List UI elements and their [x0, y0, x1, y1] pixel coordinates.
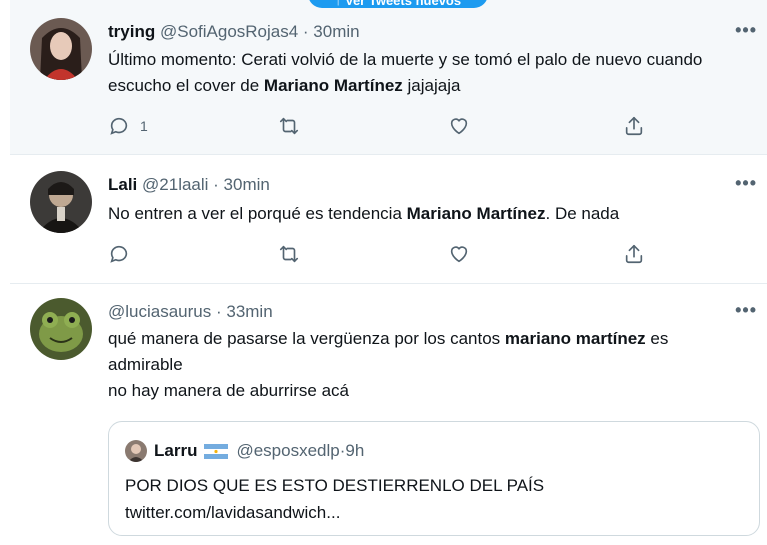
separator: ·: [208, 175, 224, 194]
quoted-text-line: POR DIOS QUE ES ESTO DESTIERRENLO DEL PA…: [125, 476, 545, 495]
tweet-header: @luciasaurus · 33min: [108, 302, 273, 322]
share-button[interactable]: [623, 243, 645, 265]
quoted-display-name[interactable]: Larru: [154, 441, 197, 461]
avatar[interactable]: [30, 171, 92, 233]
user-handle[interactable]: @21laali: [142, 175, 208, 194]
more-icon[interactable]: •••: [735, 20, 757, 41]
retweet-icon: [279, 245, 299, 263]
heart-icon: [450, 118, 468, 135]
timestamp[interactable]: 33min: [226, 302, 272, 321]
tweet-actions: [108, 243, 668, 265]
timestamp[interactable]: 30min: [224, 175, 270, 194]
share-button[interactable]: [623, 115, 645, 137]
retweet-button[interactable]: [278, 243, 300, 265]
quoted-tweet-header: Larru @esposxedlp · 9h: [125, 440, 364, 462]
heart-icon: [450, 246, 468, 263]
reply-icon: [110, 117, 128, 135]
tweet-text: Último momento: Cerati volvió de la muer…: [108, 50, 703, 95]
tweet-text: qué manera de pasarse la vergüenza por l…: [108, 329, 669, 400]
user-handle[interactable]: @luciasaurus: [108, 302, 211, 321]
more-icon[interactable]: •••: [735, 173, 757, 194]
highlighted-term: mariano martínez: [504, 329, 646, 348]
more-icon[interactable]: •••: [735, 300, 757, 321]
tweet-text: No entren a ver el porqué es tendencia M…: [108, 204, 620, 223]
quoted-user-handle[interactable]: @esposxedlp: [236, 441, 339, 461]
highlighted-term: Mariano Martínez: [263, 76, 403, 95]
separator: ·: [211, 302, 227, 321]
reply-count: 1: [140, 118, 148, 134]
tweet-actions: 1: [108, 115, 668, 137]
new-tweets-button[interactable]: ↑ Ver Tweets nuevos: [308, 0, 488, 8]
highlighted-term: Mariano Martínez: [406, 204, 546, 223]
reply-icon: [110, 245, 128, 263]
display-name[interactable]: trying: [108, 22, 155, 41]
share-icon: [625, 116, 643, 136]
like-button[interactable]: [448, 115, 470, 137]
reply-button[interactable]: [108, 243, 130, 265]
quoted-tweet-text: POR DIOS QUE ES ESTO DESTIERRENLO DEL PA…: [125, 472, 544, 526]
display-name[interactable]: Lali: [108, 175, 137, 194]
tweet[interactable]: trying @SofiAgosRojas4 · 30min ••• Últim…: [10, 0, 767, 155]
quoted-avatar: [125, 440, 147, 462]
share-icon: [625, 244, 643, 264]
tweet[interactable]: Lali @21laali · 30min ••• No entren a ve…: [10, 155, 767, 284]
user-handle[interactable]: @SofiAgosRojas4: [160, 22, 298, 41]
quoted-timestamp[interactable]: 9h: [345, 441, 364, 461]
avatar[interactable]: [30, 18, 92, 80]
separator: ·: [298, 22, 314, 41]
reply-button[interactable]: 1: [108, 115, 148, 137]
tweet[interactable]: @luciasaurus · 33min ••• qué manera de p…: [10, 284, 767, 545]
like-button[interactable]: [448, 243, 470, 265]
retweet-button[interactable]: [278, 115, 300, 137]
avatar[interactable]: [30, 298, 92, 360]
timestamp[interactable]: 30min: [313, 22, 359, 41]
quoted-tweet[interactable]: Larru @esposxedlp · 9h POR DIOS QUE ES E…: [108, 421, 760, 536]
retweet-icon: [279, 117, 299, 135]
argentina-flag-icon: [204, 443, 229, 459]
tweet-header: Lali @21laali · 30min: [108, 175, 270, 195]
tweet-header: trying @SofiAgosRojas4 · 30min: [108, 22, 360, 42]
quoted-link[interactable]: twitter.com/lavidasandwich...: [125, 503, 340, 522]
